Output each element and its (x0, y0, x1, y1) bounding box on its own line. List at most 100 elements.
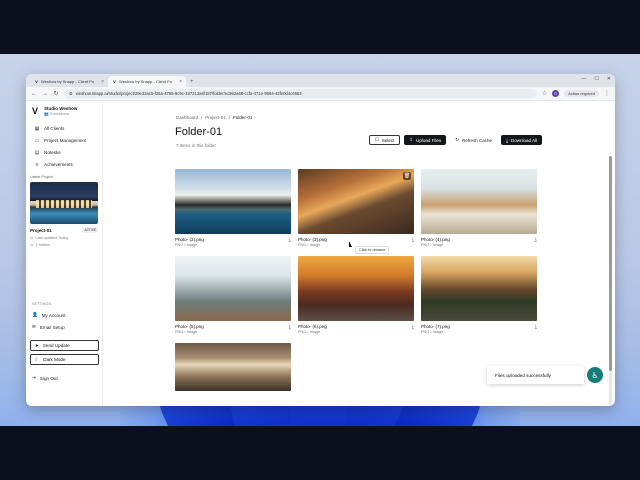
file-name[interactable]: Photo- (5).png (175, 324, 204, 329)
settings-label: SETTINGS (32, 302, 51, 306)
close-window-icon[interactable]: ✕ (607, 76, 611, 82)
file-type: PNG • Image (175, 330, 198, 334)
file-name[interactable]: Photo- (3).png (298, 237, 327, 242)
file-thumbnail[interactable]: 🗑 (298, 169, 414, 234)
browser-tab-active[interactable]: V Weshow by Snapp - Client Po × (108, 76, 186, 87)
send-update-button[interactable]: ➤ Send Update (30, 340, 99, 351)
sign-out-label: Sign Out (39, 375, 58, 381)
project-updated: ◷ Last updated Today (30, 235, 69, 241)
file-card[interactable]: Photo- (6).png PNG • Image ⤓ (298, 256, 414, 334)
breadcrumb-project[interactable]: Project-01 (205, 115, 226, 120)
sidebar-item-email-setup[interactable]: ✉ Email Setup (32, 324, 65, 330)
reload-icon[interactable]: ↻ (53, 90, 59, 97)
file-thumbnail[interactable] (175, 343, 291, 391)
sidebar-nav: ▦ All Clients ▭ Project Management ▤ Not… (30, 124, 98, 169)
action-required-button[interactable]: Action required (564, 90, 599, 97)
checkbox-icon: ☐ (374, 137, 379, 142)
file-thumbnail[interactable] (298, 256, 414, 321)
dark-mode-button[interactable]: ☾ Dark Mode (30, 354, 99, 365)
file-card[interactable]: Photo- (5).png PNG • Image ⤓ (175, 256, 291, 334)
note-icon: ▤ (34, 149, 40, 156)
clock-icon: ◷ (30, 236, 34, 240)
profile-avatar[interactable]: S (552, 90, 560, 97)
file-name[interactable]: Photo- (2).png (175, 237, 204, 242)
browser-tab[interactable]: V Weshow by Snapp - Client Po × (30, 76, 108, 87)
sidebar-item-label: Achievements (44, 162, 73, 167)
download-icon[interactable]: ⤓ (289, 237, 291, 243)
tab-label: Weshow by Snapp - Client Po (41, 79, 95, 84)
file-card[interactable] (175, 343, 291, 391)
sidebar-item-all-clients[interactable]: ▦ All Clients (30, 124, 98, 133)
download-icon[interactable]: ⤓ (412, 324, 414, 330)
app-shell: V Studio Weshow 👥 3 members ▦ All Client… (26, 101, 615, 406)
maximize-icon[interactable]: ☐ (594, 76, 598, 82)
sidebar-item-achievements[interactable]: ♕ Achievements (30, 160, 98, 169)
button-label: Download All (510, 137, 537, 143)
download-icon[interactable]: ⤓ (535, 237, 537, 243)
bookmark-star-icon[interactable]: ☆ (542, 90, 547, 97)
window-controls: — ☐ ✕ (581, 76, 611, 82)
download-icon[interactable]: ⤓ (535, 324, 537, 330)
download-icon[interactable]: ⤓ (289, 324, 291, 330)
file-card[interactable]: Photo- (7).png PNG • Image ⤓ (421, 256, 537, 334)
latest-project-name[interactable]: Project-01 (30, 228, 52, 233)
back-icon[interactable]: ← (31, 91, 37, 97)
forward-icon[interactable]: → (42, 91, 48, 97)
file-type: PNG • Image (298, 243, 321, 247)
button-label: Dark Mode (43, 357, 66, 362)
url-field[interactable]: ⚙ weshow.snapp.ai/studio/project/29e32ac… (64, 89, 537, 98)
file-card[interactable]: Photo- (2).png PNG • Image ⤓ (175, 169, 291, 247)
sidebar-item-project-management[interactable]: ▭ Project Management (30, 136, 98, 145)
file-name[interactable]: Photo- (6).png (298, 324, 327, 329)
brand: V Studio Weshow 👥 3 members (30, 106, 98, 116)
trash-icon[interactable]: 🗑 (403, 172, 411, 180)
page-scrollbar[interactable] (609, 156, 612, 406)
sidebar-item-notesks[interactable]: ▤ Notesks (30, 148, 98, 157)
page-title: Folder-01 (175, 126, 223, 138)
close-icon[interactable]: × (179, 79, 182, 85)
sidebar-item-label: All Clients (44, 126, 65, 131)
file-thumbnail[interactable] (421, 256, 537, 321)
sidebar-item-label: Email Setup (39, 324, 65, 330)
close-icon[interactable]: × (101, 79, 104, 85)
file-thumbnail[interactable] (421, 169, 537, 234)
upload-files-button[interactable]: ⇪ Upload Files (404, 135, 447, 145)
file-name[interactable]: Photo- (7).png (421, 324, 450, 329)
mail-icon: ✉ (32, 324, 36, 329)
folder-icon: ▭ (30, 243, 34, 247)
scrollbar-thumb[interactable] (609, 156, 612, 371)
accessibility-button[interactable]: ♿ (587, 367, 603, 383)
download-all-button[interactable]: ⤓ Download All (500, 135, 542, 145)
latest-project-label: Latest Project (30, 175, 54, 179)
weshow-logo-icon: V (31, 106, 38, 116)
button-label: Refresh Cache (461, 137, 492, 143)
file-type: PNG • Image (421, 330, 444, 334)
breadcrumb-separator: / (201, 115, 203, 120)
url-text: weshow.snapp.ai/studio/project/29e32ac5-… (75, 91, 302, 96)
select-button[interactable]: ☐ Select (368, 135, 401, 145)
button-label: Send Update (42, 343, 70, 348)
folder-actions: ☐ Select ⇪ Upload Files ↻ Refresh Cache … (368, 135, 542, 145)
file-thumbnail[interactable] (175, 169, 291, 234)
weshow-logo-icon: V (35, 79, 38, 84)
file-name[interactable]: Photo- (4).png (421, 237, 450, 242)
letterbox-top (0, 0, 640, 54)
file-type: PNG • Image (421, 243, 444, 247)
file-thumbnail[interactable] (175, 256, 291, 321)
accessibility-icon: ♿ (591, 370, 599, 380)
breadcrumb-current: Folder-01 (233, 115, 253, 120)
toast-notification: Files uploaded successfully (487, 366, 584, 384)
latest-project-thumbnail[interactable] (30, 182, 98, 224)
site-info-icon[interactable]: ⚙ (69, 91, 73, 96)
sign-out-link[interactable]: ⇥ Sign Out (32, 375, 58, 381)
new-tab-button[interactable]: + (186, 76, 198, 87)
file-card[interactable]: Photo- (4).png PNG • Image ⤓ (421, 169, 537, 247)
refresh-cache-button[interactable]: ↻ Refresh Cache (450, 135, 497, 145)
minimize-icon[interactable]: — (581, 76, 586, 82)
download-icon[interactable]: ⤓ (412, 237, 414, 243)
address-bar: ← → ↻ ⚙ weshow.snapp.ai/studio/project/2… (26, 87, 615, 101)
breadcrumb-dashboard[interactable]: Dashboard (176, 115, 198, 120)
file-card[interactable]: 🗑 Photo- (3).png PNG • Image ⤓ (298, 169, 414, 247)
sidebar-item-my-account[interactable]: 👤 My Account (32, 312, 65, 318)
browser-menu-icon[interactable]: ⋮ (604, 90, 610, 97)
